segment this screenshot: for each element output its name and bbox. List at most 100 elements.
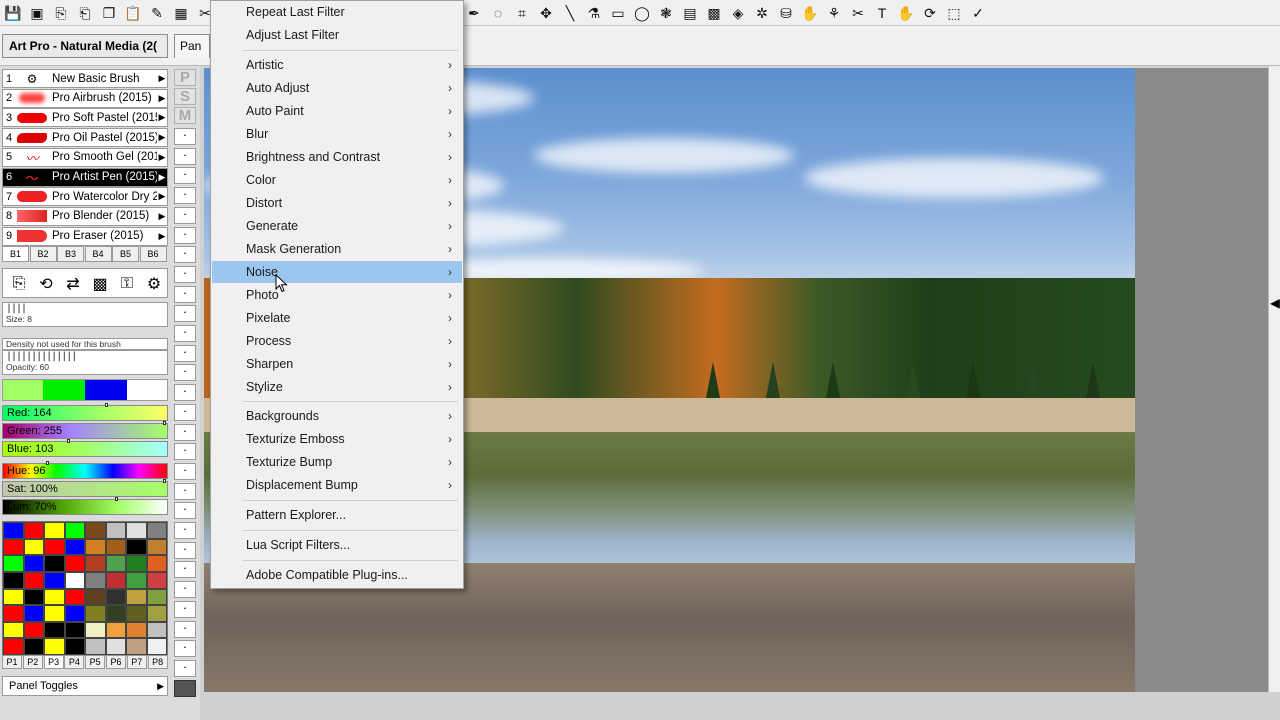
palette-swatch[interactable] (146, 605, 167, 622)
palette-swatch[interactable] (126, 522, 147, 539)
panel-toggle-icon[interactable] (174, 680, 196, 697)
brush-menu-arrow-icon[interactable]: ▶ (157, 73, 167, 84)
dot-toggle[interactable]: · (174, 364, 196, 382)
ellipse-icon[interactable]: ◯ (632, 3, 652, 23)
palette-swatch[interactable] (105, 588, 126, 606)
palette-swatch[interactable] (23, 571, 44, 589)
menu-item-stylize[interactable]: Stylize › (212, 376, 462, 398)
palette-swatch[interactable] (126, 555, 147, 572)
psm-m-button[interactable]: M (174, 107, 196, 124)
brush-menu-arrow-icon[interactable]: ▶ (157, 132, 167, 143)
palette-swatch[interactable] (105, 621, 126, 639)
brush-tab-b1[interactable]: B1 (2, 246, 29, 262)
import-icon[interactable]: ⎗ (75, 3, 95, 23)
dot-toggle[interactable]: · (174, 344, 196, 362)
palette-swatch[interactable] (146, 638, 167, 655)
dot-toggle[interactable]: · (174, 285, 196, 303)
copy-icon[interactable]: ❐ (99, 3, 119, 23)
dot-toggle[interactable]: · (174, 206, 196, 224)
palette-swatch[interactable] (3, 605, 24, 622)
palette-swatch[interactable] (23, 605, 44, 622)
menu-item-texturize-bump[interactable]: Texturize Bump › (212, 451, 462, 473)
move-icon[interactable]: ✥ (536, 3, 556, 23)
palette-swatch[interactable] (64, 588, 85, 606)
palette-tab-p4[interactable]: P4 (64, 655, 85, 669)
palette-swatch[interactable] (105, 571, 126, 589)
menu-item-blur[interactable]: Blur › (212, 123, 462, 145)
brush-tab-b4[interactable]: B4 (84, 246, 112, 262)
menu-item-auto-adjust[interactable]: Auto Adjust › (212, 77, 462, 99)
slider-hue[interactable]: Hue: 96 (2, 461, 168, 479)
panel-toggles-button[interactable]: Panel Toggles ▶ (2, 676, 168, 696)
palette-swatch[interactable] (126, 638, 147, 655)
rectangle-icon[interactable]: ▭ (608, 3, 628, 23)
reload-icon[interactable]: ⟲ (35, 273, 57, 295)
menu-item-backgrounds[interactable]: Backgrounds › (212, 405, 462, 427)
menu-item-sharpen[interactable]: Sharpen › (212, 353, 462, 375)
pattern-icon[interactable]: ▩ (704, 3, 724, 23)
menu-item-generate[interactable]: Generate › (212, 215, 462, 237)
brush-menu-arrow-icon[interactable]: ▶ (157, 93, 167, 104)
dot-toggle[interactable]: · (174, 620, 196, 638)
brush-row[interactable]: 9 Pro Eraser (2015) ▶ (2, 226, 168, 246)
dot-toggle[interactable]: · (174, 128, 196, 145)
brush-settings-icon[interactable]: ⚙ (143, 273, 165, 295)
line-icon[interactable]: ╲ (560, 3, 580, 23)
right-scrollbar[interactable] (1268, 66, 1280, 720)
palette-swatch[interactable] (44, 571, 65, 589)
palette-swatch[interactable] (23, 538, 44, 556)
slider-lum[interactable]: Lum: 70% (2, 497, 168, 515)
dot-toggle[interactable]: · (174, 226, 196, 244)
save-as-icon[interactable]: ▣ (27, 3, 47, 23)
brush-pick-icon[interactable]: ⇄ (62, 273, 84, 295)
paste-icon[interactable]: 📋 (123, 3, 143, 23)
dot-toggle[interactable]: · (174, 443, 196, 461)
menu-item-texturize-emboss[interactable]: Texturize Emboss › (212, 428, 462, 450)
palette-swatch[interactable] (64, 638, 85, 655)
palette-swatch[interactable] (44, 588, 65, 606)
palette-swatch[interactable] (64, 555, 85, 572)
eyedropper-icon[interactable]: ✓ (968, 3, 988, 23)
palette-swatch[interactable] (44, 638, 65, 655)
palette-swatch[interactable] (3, 522, 24, 539)
dot-toggle[interactable]: · (174, 265, 196, 283)
palette-swatch[interactable] (146, 571, 167, 589)
palette-swatch[interactable] (23, 621, 44, 639)
slider-thumb-green[interactable] (163, 421, 166, 425)
brush-row[interactable]: 3 Pro Soft Pastel (2015 ▶ (2, 108, 168, 128)
brush-row[interactable]: 5 〰 Pro Smooth Gel (201 ▶ (2, 147, 168, 167)
palette-swatch[interactable] (85, 638, 106, 655)
dot-toggle[interactable]: · (174, 581, 196, 599)
menu-item-photo[interactable]: Photo › (212, 284, 462, 306)
panel-tab[interactable]: Pan (174, 34, 210, 58)
menu-item-displacement-bump[interactable]: Displacement Bump › (212, 474, 462, 496)
palette-tab-p7[interactable]: P7 (126, 655, 147, 669)
palette-swatch[interactable] (85, 555, 106, 572)
pen-tool-icon[interactable]: ✒ (464, 3, 484, 23)
dot-toggle[interactable]: · (174, 325, 196, 342)
dot-toggle[interactable]: · (174, 246, 196, 264)
new-brush-icon[interactable]: ⎘ (8, 273, 30, 295)
palette-swatch[interactable] (3, 555, 24, 572)
menu-item-repeat-last-filter[interactable]: Repeat Last Filter (212, 1, 462, 23)
brush-save-icon[interactable]: ▩ (89, 273, 111, 295)
dot-toggle[interactable]: · (174, 384, 196, 402)
psm-p-button[interactable]: P (174, 69, 196, 86)
palette-swatch[interactable] (64, 621, 85, 639)
palette-swatch[interactable] (146, 522, 167, 539)
background-color-swatch[interactable] (127, 380, 167, 400)
slider-thumb-sat[interactable] (163, 479, 166, 483)
zoom-icon[interactable]: ⟳ (920, 3, 940, 23)
palette-tab-p1[interactable]: P1 (2, 655, 22, 669)
dot-toggle[interactable]: · (174, 423, 196, 441)
dot-toggle[interactable]: · (174, 305, 196, 323)
panel-title[interactable]: Art Pro - Natural Media (2( (2, 34, 168, 58)
palette-swatch[interactable] (44, 605, 65, 622)
slider-thumb-lum[interactable] (115, 497, 118, 501)
palette-tab-p8[interactable]: P8 (147, 655, 168, 669)
palette-swatch[interactable] (64, 522, 85, 539)
palette-swatch[interactable] (85, 605, 106, 622)
palette-swatch[interactable] (126, 571, 147, 589)
palette-swatch[interactable] (105, 638, 126, 655)
fill-icon[interactable]: ⚗ (584, 3, 604, 23)
